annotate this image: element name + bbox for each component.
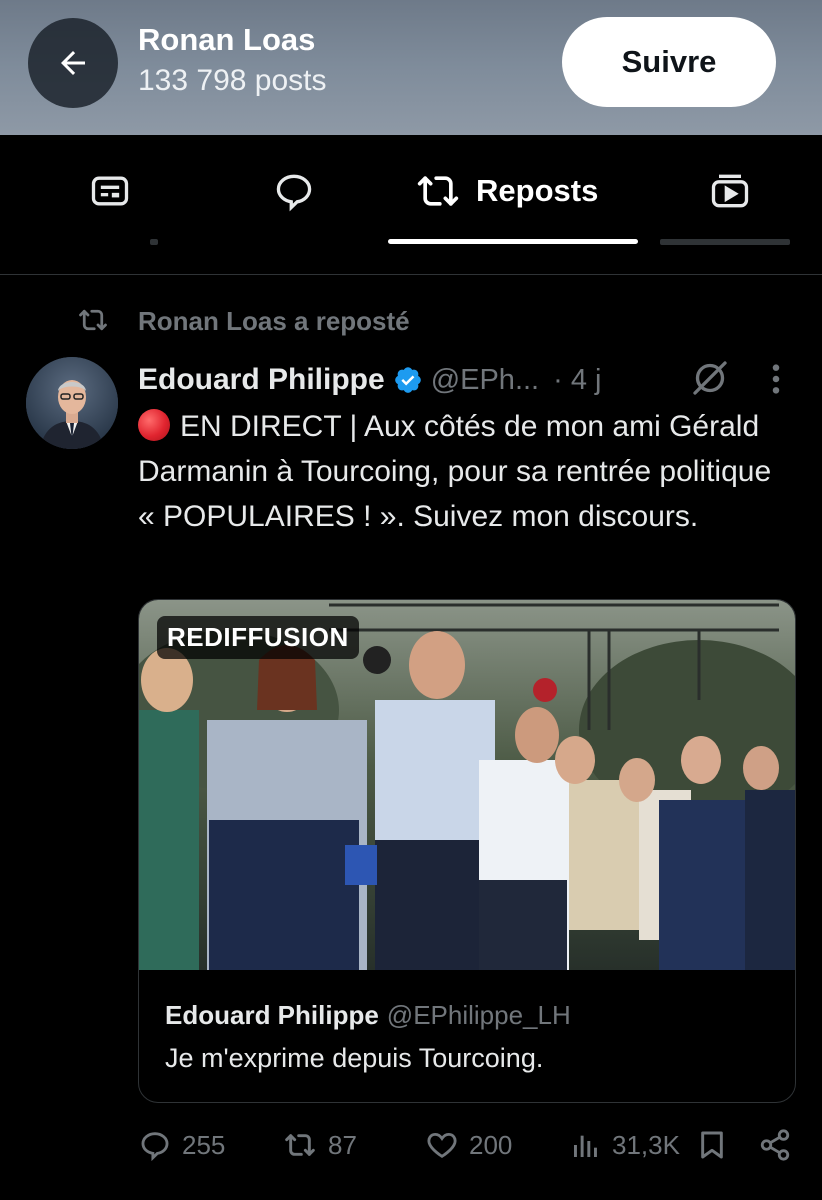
- author-handle[interactable]: @EPh...: [431, 364, 539, 397]
- red-circle-emoji: [138, 409, 170, 441]
- divider: [0, 274, 822, 275]
- views-button[interactable]: 31,3K: [570, 1120, 680, 1170]
- more-options-icon[interactable]: [766, 362, 786, 401]
- heart-icon: [427, 1132, 457, 1158]
- share-button[interactable]: [758, 1120, 792, 1170]
- arrow-left-icon: [61, 51, 85, 75]
- repost-banner-icon-wrap: [76, 305, 110, 335]
- bookmark-button[interactable]: [696, 1120, 728, 1170]
- like-button[interactable]: 200: [425, 1120, 512, 1170]
- verified-badge-icon: [393, 365, 423, 395]
- quote-text: Je m'exprime depuis Tourcoing.: [165, 1043, 544, 1073]
- profile-header: Ronan Loas 133 798 posts Suivre: [0, 0, 822, 135]
- posts-count: 133 798 posts: [138, 64, 327, 97]
- quote-author-row: Edouard Philippe @EPhilippe_LH: [165, 1000, 571, 1031]
- views-icon: [574, 1135, 597, 1157]
- like-count: 200: [469, 1129, 513, 1160]
- repost-icon: [417, 176, 459, 206]
- author-avatar[interactable]: [26, 357, 118, 449]
- video-thumbnail[interactable]: REDIFFUSION: [139, 600, 795, 970]
- post-time[interactable]: · 4 j: [553, 364, 601, 397]
- post-text: EN DIRECT | Aux côtés de mon ami Gérald …: [138, 404, 778, 539]
- follow-button[interactable]: Suivre: [562, 17, 776, 107]
- repost-icon: [285, 1134, 315, 1156]
- tab-reposts-label: Reposts: [476, 173, 599, 208]
- rediffusion-badge: REDIFFUSION: [157, 616, 359, 659]
- active-tab-indicator: [388, 239, 638, 244]
- reply-button[interactable]: 255: [138, 1120, 225, 1170]
- bookmark-icon: [701, 1131, 723, 1159]
- repost-button[interactable]: 87: [282, 1120, 357, 1170]
- repost-icon: [79, 309, 107, 331]
- reply-icon: [141, 1132, 169, 1162]
- repost-banner[interactable]: Ronan Loas a reposté: [138, 306, 410, 337]
- post-actions: 255 87 200 31,3K: [0, 1120, 822, 1170]
- quote-author-name: Edouard Philippe: [165, 1000, 379, 1030]
- tab-replies[interactable]: [272, 167, 316, 215]
- back-button[interactable]: [28, 18, 118, 108]
- reply-count: 255: [182, 1129, 226, 1160]
- scroll-residue: [150, 239, 158, 245]
- tab-reposts[interactable]: Reposts: [414, 167, 598, 215]
- post-text-body: EN DIRECT | Aux côtés de mon ami Gérald …: [138, 410, 772, 533]
- view-count: 31,3K: [612, 1129, 680, 1160]
- scroll-residue: [660, 239, 790, 245]
- share-icon: [760, 1129, 790, 1161]
- grok-icon[interactable]: [690, 358, 730, 403]
- profile-tabs: Reposts: [0, 135, 822, 275]
- repost-count: 87: [328, 1129, 357, 1160]
- tab-articles[interactable]: [88, 167, 132, 215]
- post-author-row: Edouard Philippe @EPh... · 4 j: [138, 360, 601, 400]
- reply-bubble-icon: [276, 174, 312, 212]
- profile-name: Ronan Loas: [138, 22, 316, 57]
- tab-videos[interactable]: [708, 167, 752, 215]
- quoted-post-card[interactable]: REDIFFUSION Edouard Philippe @EPhilippe_L…: [138, 599, 796, 1103]
- article-icon: [91, 176, 129, 206]
- video-icon: [711, 174, 749, 208]
- author-name[interactable]: Edouard Philippe: [138, 363, 385, 397]
- quote-author-handle: @EPhilippe_LH: [386, 1000, 571, 1030]
